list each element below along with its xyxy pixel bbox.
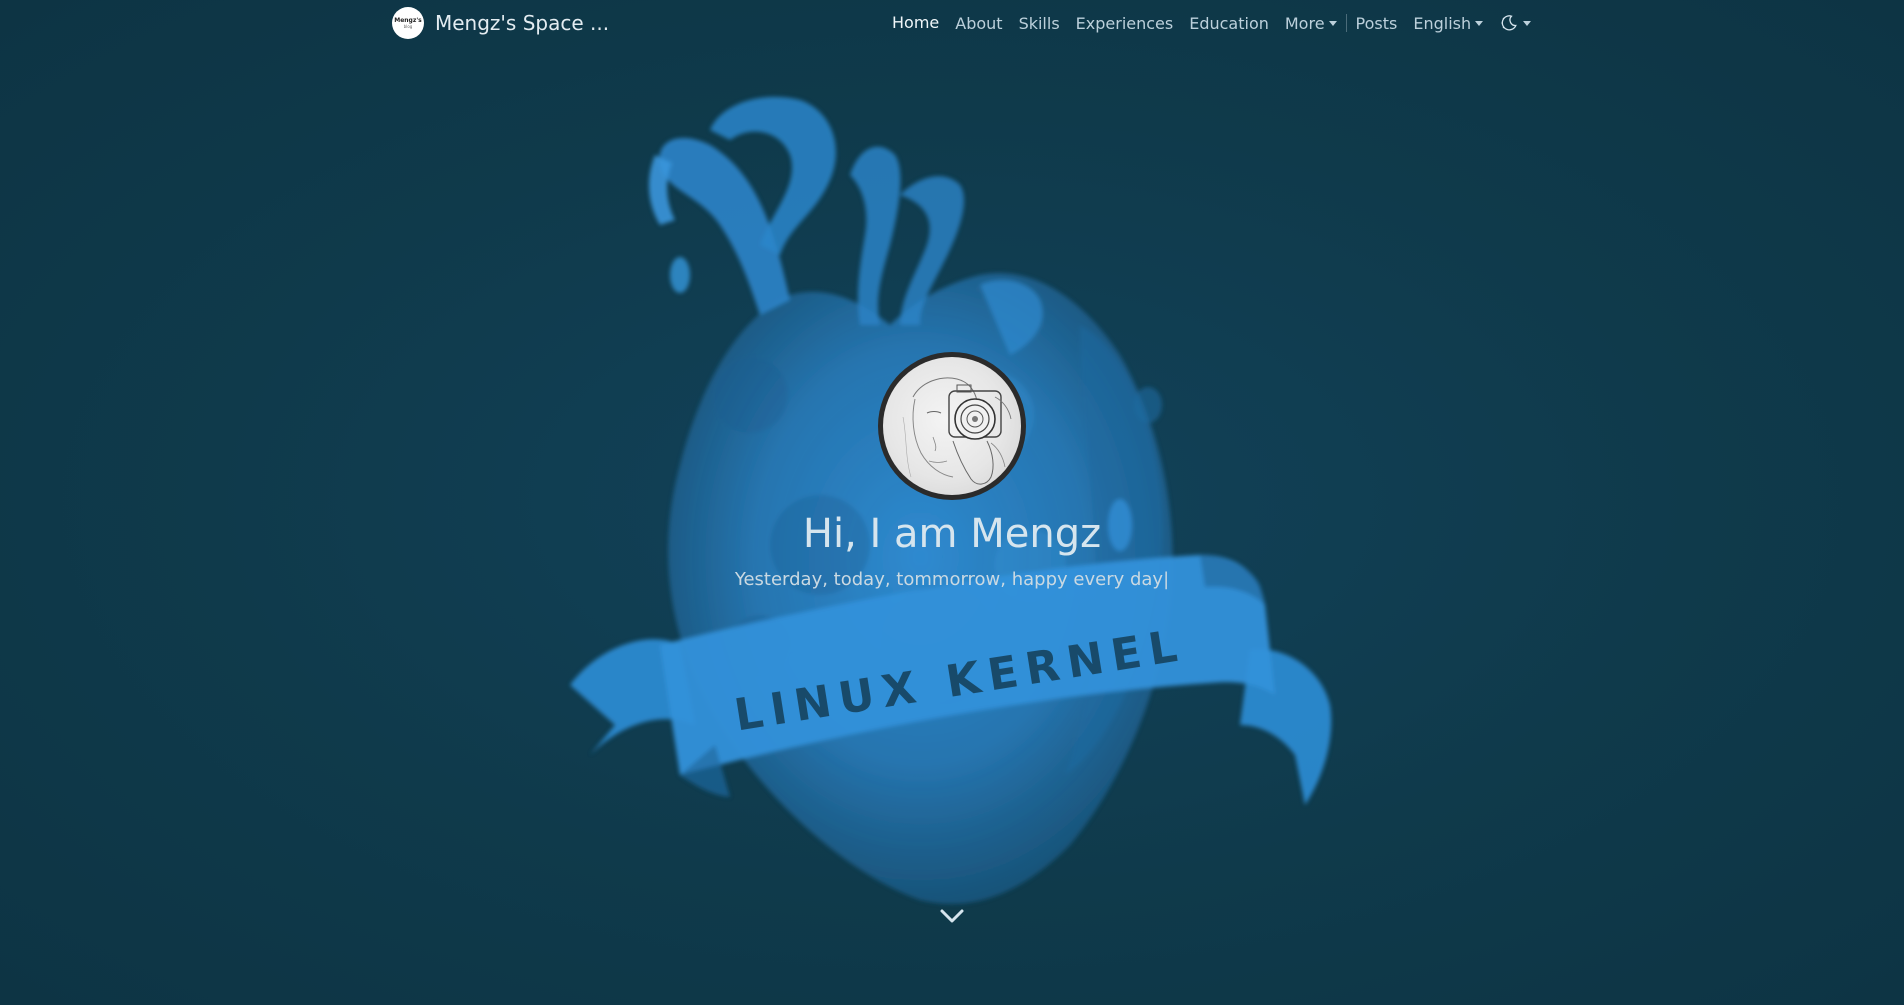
avatar-sketch (902, 377, 1012, 485)
top-navbar: Mengz's blog Mengz's Space ... Home Abou… (0, 0, 1904, 46)
nav-dropdown-more[interactable]: More (1277, 0, 1345, 46)
nav-item-skills-label: Skills (1018, 13, 1060, 33)
hero-subtitle: Yesterday, today, tommorrow, happy every… (734, 569, 1170, 590)
theme-toggle-icon (1501, 15, 1517, 31)
nav-item-education-label: Education (1189, 13, 1269, 33)
nav-item-experiences-label: Experiences (1075, 13, 1174, 33)
nav-item-posts-label: Posts (1355, 13, 1398, 33)
nav-dropdown-more-label: More (1284, 13, 1325, 33)
caret-down-icon (1475, 20, 1484, 26)
nav-item-experiences[interactable]: Experiences (1068, 0, 1182, 46)
brand-logo-text: Mengz's (394, 17, 422, 24)
brand-link[interactable]: Mengz's blog Mengz's Space ... (392, 7, 609, 39)
nav-item-about-label: About (955, 13, 1003, 33)
nav-item-home[interactable]: Home (884, 0, 947, 45)
nav-menu: Home About Skills Experiences Education … (884, 0, 1539, 46)
nav-dropdown-language-label: English (1413, 13, 1472, 33)
nav-item-about[interactable]: About (947, 0, 1010, 46)
brand-logo: Mengz's blog (392, 7, 424, 39)
chevron-down-icon[interactable] (937, 905, 967, 927)
hero-title: Hi, I am Mengz (802, 511, 1102, 557)
nav-dropdown-theme[interactable] (1491, 0, 1539, 46)
nav-item-home-label: Home (892, 12, 940, 32)
nav-divider (1345, 14, 1347, 32)
avatar[interactable] (878, 352, 1026, 500)
caret-down-icon (1523, 20, 1532, 26)
page: LINUX KERNEL Mengz's blog Mengz's Space … (0, 0, 1904, 1005)
nav-dropdown-language[interactable]: English (1405, 0, 1491, 46)
nav-item-education[interactable]: Education (1181, 0, 1277, 46)
brand-logo-sub: blog (403, 24, 413, 29)
avatar-image (883, 357, 1021, 495)
nav-item-posts[interactable]: Posts (1348, 0, 1406, 46)
nav-item-skills[interactable]: Skills (1011, 0, 1068, 46)
hero-section: Hi, I am Mengz Yesterday, today, tommorr… (0, 0, 1904, 1005)
brand-title: Mengz's Space ... (435, 11, 610, 35)
caret-down-icon (1328, 20, 1337, 26)
